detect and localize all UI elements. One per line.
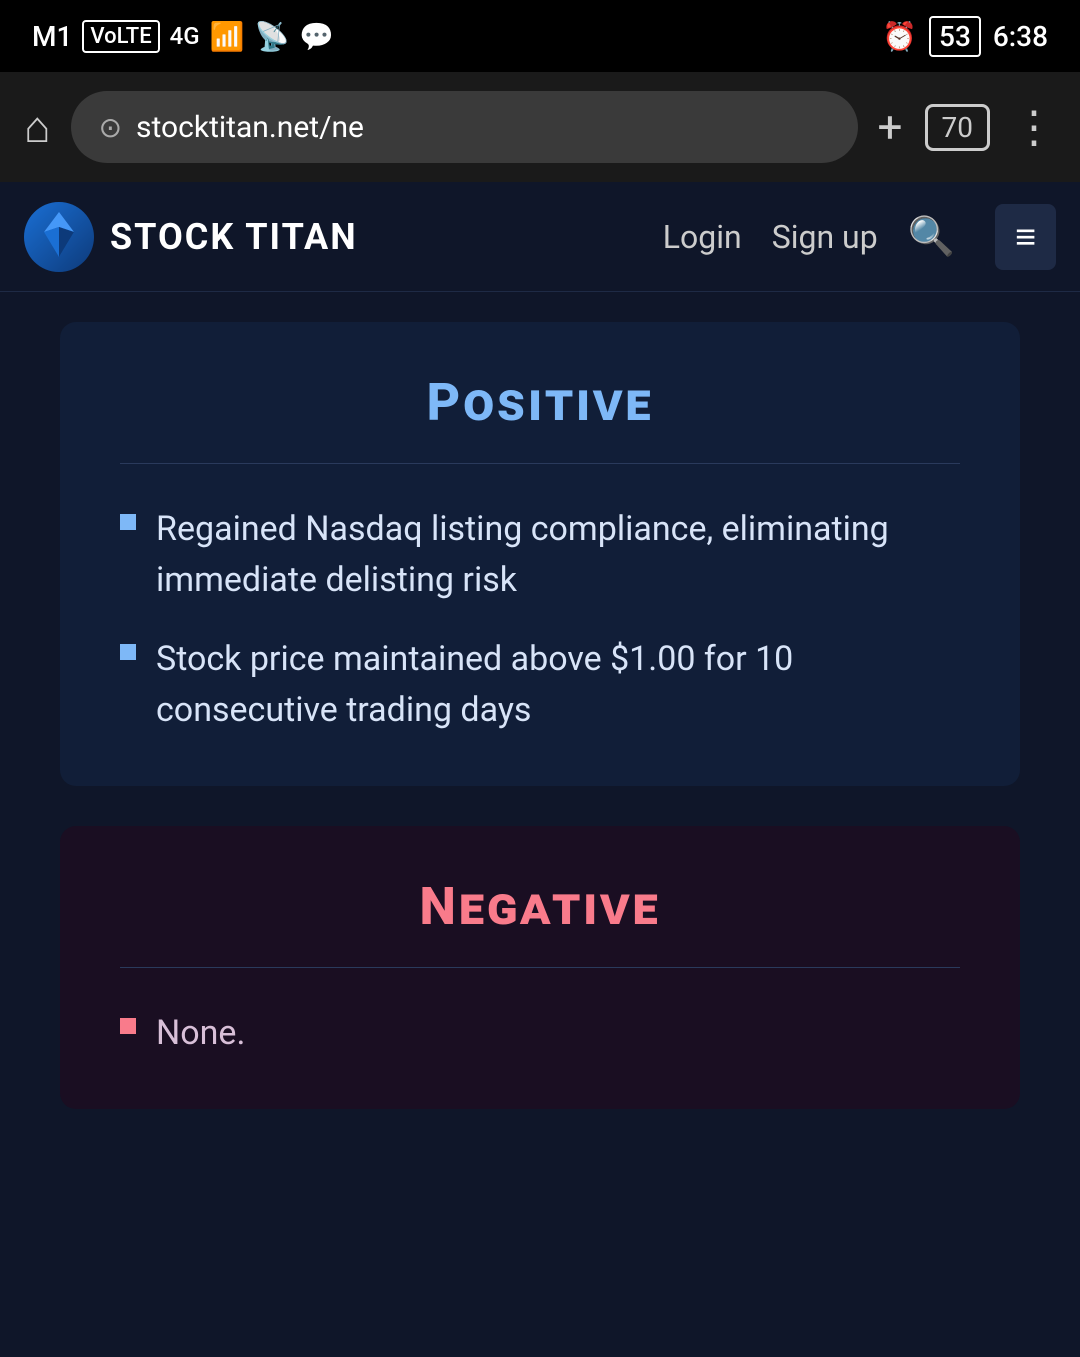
wifi-icon: 📡 bbox=[255, 20, 290, 53]
more-options-button[interactable]: ⋮ bbox=[1012, 101, 1056, 153]
status-left: M1 VoLTE 4G 📶 📡 💬 bbox=[32, 20, 334, 53]
url-security-icon: ⊙ bbox=[99, 111, 122, 144]
navbar: STOCK TITAN Login Sign up 🔍 ≡ bbox=[0, 182, 1080, 292]
browser-actions: + 70 ⋮ bbox=[878, 101, 1056, 153]
positive-bullet-item-2: Stock price maintained above $1.00 for 1… bbox=[120, 634, 960, 736]
positive-card: Positive Regained Nasdaq listing complia… bbox=[60, 322, 1020, 786]
positive-bullet-item-1: Regained Nasdaq listing compliance, elim… bbox=[120, 504, 960, 606]
logo-text: STOCK TITAN bbox=[110, 216, 358, 258]
status-bar: M1 VoLTE 4G 📶 📡 💬 ⏰ 53 6:38 bbox=[0, 0, 1080, 72]
signup-link[interactable]: Sign up bbox=[772, 218, 878, 256]
logo-area: STOCK TITAN bbox=[24, 202, 663, 272]
signal-icon: 📶 bbox=[210, 20, 245, 53]
negative-card: Negative None. bbox=[60, 826, 1020, 1109]
positive-divider bbox=[120, 463, 960, 464]
negative-title: Negative bbox=[120, 876, 960, 937]
positive-bullet-text-1: Regained Nasdaq listing compliance, elim… bbox=[156, 504, 960, 606]
home-button[interactable]: ⌂ bbox=[24, 101, 51, 153]
status-right: ⏰ 53 6:38 bbox=[882, 16, 1048, 57]
alarm-icon: ⏰ bbox=[882, 20, 917, 53]
search-icon[interactable]: 🔍 bbox=[908, 215, 955, 259]
url-bar[interactable]: ⊙ stocktitan.net/ne bbox=[71, 91, 858, 163]
tab-count-badge[interactable]: 70 bbox=[925, 104, 990, 151]
bullet-icon-2 bbox=[120, 644, 136, 660]
time-label: 6:38 bbox=[993, 20, 1048, 53]
negative-bullet-list: None. bbox=[120, 1008, 960, 1059]
carrier-label: M1 bbox=[32, 20, 72, 53]
logo-icon bbox=[24, 202, 94, 272]
nav-links: Login Sign up 🔍 ≡ bbox=[663, 204, 1056, 270]
negative-bullet-icon-1 bbox=[120, 1018, 136, 1034]
hamburger-menu-button[interactable]: ≡ bbox=[995, 204, 1056, 270]
main-content: Positive Regained Nasdaq listing complia… bbox=[0, 292, 1080, 1169]
negative-bullet-item-1: None. bbox=[120, 1008, 960, 1059]
positive-title: Positive bbox=[120, 372, 960, 433]
battery-label: 53 bbox=[929, 16, 981, 57]
positive-bullet-list: Regained Nasdaq listing compliance, elim… bbox=[120, 504, 960, 736]
new-tab-button[interactable]: + bbox=[878, 101, 903, 153]
whatsapp-icon: 💬 bbox=[299, 20, 334, 53]
login-link[interactable]: Login bbox=[663, 218, 742, 256]
url-text: stocktitan.net/ne bbox=[136, 110, 364, 145]
bullet-icon-1 bbox=[120, 514, 136, 530]
negative-bullet-text-1: None. bbox=[156, 1008, 245, 1059]
negative-divider bbox=[120, 967, 960, 968]
browser-bar: ⌂ ⊙ stocktitan.net/ne + 70 ⋮ bbox=[0, 72, 1080, 182]
network-label: 4G bbox=[170, 22, 200, 50]
positive-bullet-text-2: Stock price maintained above $1.00 for 1… bbox=[156, 634, 960, 736]
volte-label: VoLTE bbox=[82, 20, 159, 53]
